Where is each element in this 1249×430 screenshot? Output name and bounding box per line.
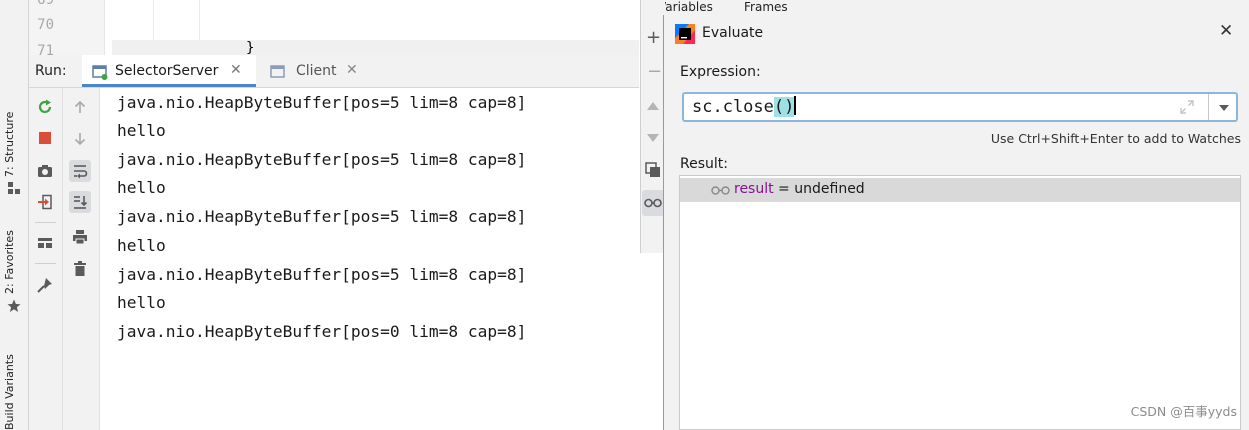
console-line: hello — [117, 293, 166, 312]
scroll-to-end-button[interactable] — [69, 191, 91, 213]
layout-button[interactable] — [34, 232, 56, 254]
chevron-down-icon[interactable] — [1218, 104, 1230, 112]
favorites-tool-button[interactable]: 2: Favorites — [3, 222, 23, 294]
close-icon[interactable]: ✕ — [1219, 21, 1233, 41]
watermark: CSDN @百事yyds — [1130, 404, 1237, 419]
current-line-highlight — [112, 40, 639, 55]
expression-prefix: sc.close — [692, 97, 774, 117]
rerun-button[interactable] — [34, 96, 56, 118]
dialog-title: Evaluate — [702, 25, 764, 41]
arrow-down-icon — [74, 133, 86, 146]
watches-hint: Use Ctrl+Shift+Enter to add to Watches — [990, 131, 1241, 146]
trash-icon — [74, 261, 86, 276]
result-value: undefined — [794, 181, 865, 197]
result-row[interactable]: result = undefined — [680, 178, 1240, 202]
pin-tab-button[interactable] — [34, 274, 56, 296]
favorites-label: 2: Favorites — [3, 230, 16, 294]
tab-label: Client — [296, 63, 337, 79]
dropdown-divider — [1208, 94, 1209, 120]
line-number: 71 — [37, 43, 54, 55]
console-line: hello — [117, 178, 166, 197]
remove-watch-icon[interactable]: − — [647, 63, 662, 81]
export-button[interactable] — [34, 191, 56, 213]
result-label: Result: — [680, 156, 728, 172]
glasses-icon — [644, 198, 662, 208]
console-line: java.nio.HeapByteBuffer[pos=5 lim=8 cap=… — [117, 207, 527, 226]
expression-parens: () — [773, 97, 795, 117]
console-line: hello — [117, 121, 166, 140]
structure-tool-button[interactable]: 7: Structure — [3, 105, 23, 177]
structure-icon — [8, 182, 20, 194]
stop-button[interactable] — [34, 127, 56, 149]
copy-icon[interactable] — [645, 162, 661, 178]
scroll-to-end-icon — [74, 196, 88, 209]
move-down-icon[interactable] — [646, 133, 660, 143]
move-up-icon[interactable] — [646, 101, 660, 111]
arrow-up-icon — [74, 100, 86, 113]
console-output[interactable]: java.nio.HeapByteBuffer[pos=5 lim=8 cap=… — [100, 88, 640, 430]
text-caret — [794, 96, 796, 115]
tab-variables[interactable]: Variables — [658, 0, 713, 14]
toolbar-separator — [35, 222, 56, 223]
build-variants-tool-button[interactable]: Build Variants — [3, 342, 23, 430]
star-icon — [7, 299, 21, 312]
left-tool-strip: 7: Structure 2: Favorites Build Variants — [0, 0, 29, 430]
close-tab-icon[interactable]: ✕ — [230, 62, 242, 78]
run-label: Run: — [35, 63, 67, 79]
result-text: result = undefined — [734, 181, 865, 197]
watch-glasses-icon — [711, 186, 730, 195]
editor-gutter: 69 70 71 — [29, 0, 105, 55]
debugger-tab-bar: Variables Frames — [640, 0, 1249, 15]
camera-icon — [38, 165, 52, 177]
pin-icon — [37, 278, 52, 293]
watches-toggle-button[interactable] — [642, 190, 664, 216]
result-separator: = — [773, 181, 795, 197]
layout-icon — [38, 238, 52, 248]
login-arrow-icon — [38, 194, 52, 210]
build-variants-label: Build Variants — [3, 354, 16, 430]
scroll-down-button[interactable] — [69, 128, 91, 150]
toolbar-separator — [35, 263, 56, 264]
structure-label: 7: Structure — [3, 111, 16, 177]
run-toolbar-main — [29, 88, 63, 430]
console-icon — [270, 65, 285, 78]
expression-text: sc.close() — [692, 96, 796, 117]
dump-threads-button[interactable] — [34, 160, 56, 182]
rerun-icon — [38, 99, 52, 114]
expression-label: Expression: — [680, 64, 761, 80]
tab-frames[interactable]: Frames — [744, 0, 788, 14]
expand-icon[interactable] — [1180, 100, 1194, 114]
soft-wrap-button[interactable] — [69, 160, 91, 182]
stop-icon — [39, 132, 51, 144]
evaluate-dialog: Evaluate ✕ Expression: sc.close() Use Ct… — [663, 15, 1249, 430]
printer-icon — [73, 230, 87, 245]
intellij-logo-icon — [675, 24, 695, 44]
console-line: java.nio.HeapByteBuffer[pos=5 lim=8 cap=… — [117, 93, 527, 112]
add-watch-icon[interactable]: + — [646, 29, 661, 47]
soft-wrap-icon — [74, 165, 88, 179]
clear-all-button[interactable] — [69, 258, 91, 280]
tab-client[interactable]: Client ✕ — [258, 55, 370, 87]
code-text: } — [246, 40, 255, 55]
run-toolbar-console — [63, 88, 100, 430]
tab-label: SelectorServer — [115, 63, 219, 79]
console-line: hello — [117, 236, 166, 255]
tab-selectorserver[interactable]: SelectorServer ✕ — [82, 55, 256, 87]
console-line: java.nio.HeapByteBuffer[pos=0 lim=8 cap=… — [117, 322, 527, 341]
expression-input[interactable]: sc.close() — [682, 92, 1238, 122]
print-button[interactable] — [69, 226, 91, 248]
result-tree[interactable]: result = undefined — [679, 175, 1241, 430]
scroll-up-button[interactable] — [69, 96, 91, 118]
close-tab-icon[interactable]: ✕ — [346, 62, 358, 78]
console-icon — [92, 65, 108, 80]
debugger-toolbar: + − — [640, 0, 665, 253]
result-name: result — [734, 181, 774, 197]
line-number: 69 — [37, 0, 54, 8]
run-tab-bar: Run: SelectorServer ✕ Client ✕ — [29, 55, 639, 88]
line-number: 70 — [37, 17, 54, 33]
console-line: java.nio.HeapByteBuffer[pos=5 lim=8 cap=… — [117, 150, 527, 169]
console-line: java.nio.HeapByteBuffer[pos=5 lim=8 cap=… — [117, 265, 527, 284]
